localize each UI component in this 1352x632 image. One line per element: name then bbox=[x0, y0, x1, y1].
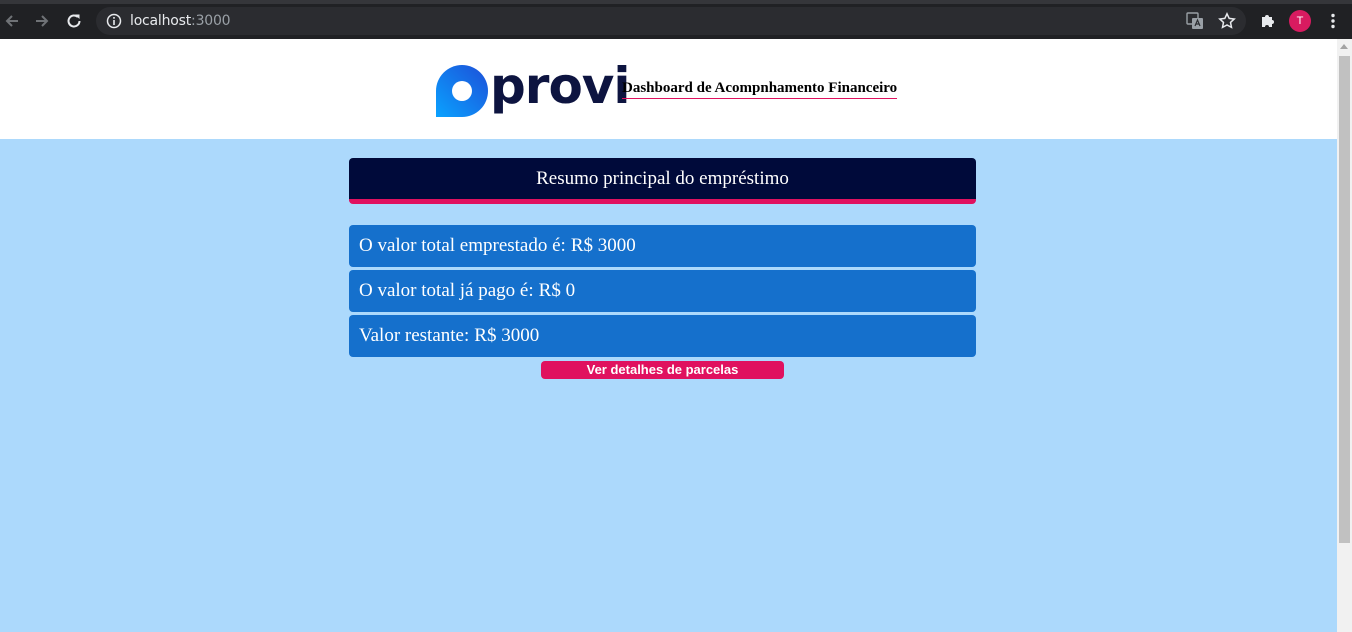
site-header: provi Dashboard de Acompnhamento Finance… bbox=[0, 39, 1337, 139]
info-icon[interactable] bbox=[106, 13, 122, 29]
logo-wordmark: provi bbox=[490, 57, 631, 115]
paid-total-value: R$ 0 bbox=[538, 280, 576, 301]
page-content: provi Dashboard de Acompnhamento Finance… bbox=[0, 39, 1337, 632]
profile-avatar[interactable]: T bbox=[1289, 10, 1311, 32]
address-bar[interactable]: localhost:3000 bbox=[96, 7, 1246, 35]
installment-details-button[interactable]: Ver detalhes de parcelas bbox=[541, 361, 784, 379]
reload-button[interactable] bbox=[62, 9, 86, 33]
dashboard-title: Dashboard de Acompnhamento Financeiro bbox=[622, 80, 898, 99]
summary-title: Resumo principal do empréstimo bbox=[349, 158, 976, 204]
arrow-left-icon bbox=[5, 15, 18, 27]
scroll-up-arrow-icon[interactable] bbox=[1340, 44, 1348, 49]
translate-icon[interactable] bbox=[1186, 12, 1204, 30]
star-icon[interactable] bbox=[1218, 12, 1236, 30]
forward-button[interactable] bbox=[30, 9, 54, 33]
paid-total-card: O valor total já pago é: R$ 0 bbox=[349, 270, 976, 312]
browser-toolbar: localhost:3000 T bbox=[0, 0, 1352, 39]
extensions-icon[interactable] bbox=[1259, 12, 1277, 30]
url-port: :3000 bbox=[191, 13, 231, 29]
remaining-card: Valor restante: R$ 3000 bbox=[349, 315, 976, 357]
loan-total-value: R$ 3000 bbox=[570, 235, 636, 256]
page-scrollbar[interactable] bbox=[1337, 39, 1352, 632]
remaining-value: R$ 3000 bbox=[474, 325, 540, 346]
url-host: localhost bbox=[130, 13, 192, 29]
paid-total-label: O valor total já pago é: bbox=[359, 280, 534, 301]
loan-total-card: O valor total emprestado é: R$ 3000 bbox=[349, 225, 976, 267]
back-button[interactable] bbox=[0, 9, 24, 33]
reload-icon bbox=[67, 14, 81, 28]
url-text[interactable]: localhost:3000 bbox=[130, 13, 231, 29]
menu-dots-icon[interactable] bbox=[1324, 12, 1342, 30]
arrow-right-icon bbox=[36, 15, 49, 27]
loan-total-label: O valor total emprestado é: bbox=[359, 235, 566, 256]
provi-logo-mark bbox=[436, 65, 488, 117]
remaining-label: Valor restante: bbox=[359, 325, 470, 346]
provi-logo: provi bbox=[436, 57, 631, 117]
scroll-thumb[interactable] bbox=[1339, 56, 1350, 543]
